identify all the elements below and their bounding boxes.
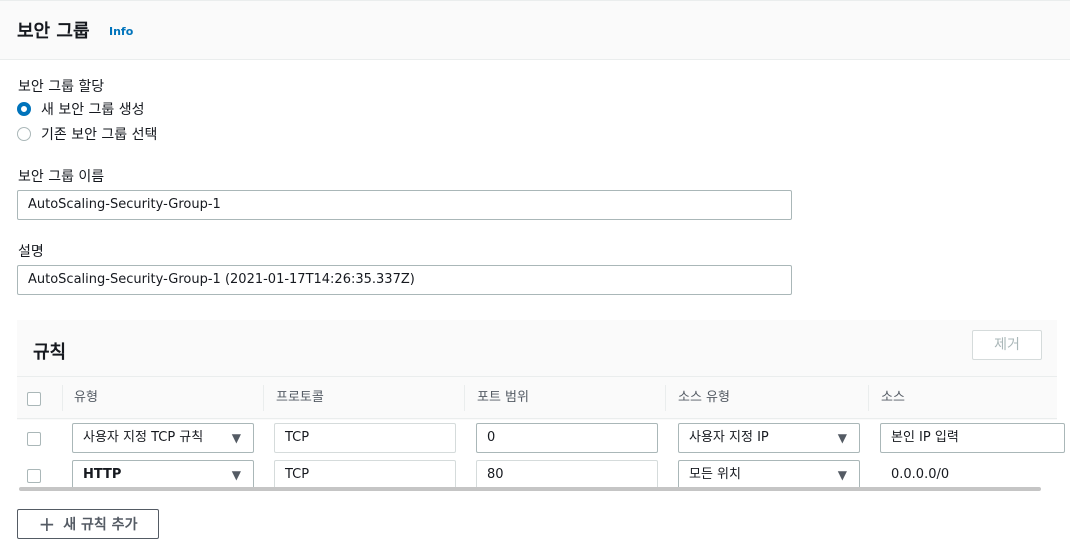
description-label: 설명 (18, 244, 44, 260)
assignment-label: 보안 그룹 할당 (18, 79, 105, 95)
remove-button[interactable]: 제거 (972, 330, 1042, 360)
column-divider (665, 385, 666, 411)
column-divider (62, 385, 63, 411)
section-title: 보안 그룹 (17, 21, 90, 42)
port-range-input[interactable]: 0 (476, 423, 658, 453)
description-input[interactable]: AutoScaling-Security-Group-1 (2021-01-17… (17, 265, 792, 295)
row-checkbox[interactable] (27, 469, 41, 483)
column-header-source-type: 소스 유형 (678, 390, 730, 405)
source-input[interactable]: 본인 IP 입력 (880, 423, 1065, 453)
port-range-field: 80 (476, 460, 658, 490)
security-group-name-input[interactable]: AutoScaling-Security-Group-1 (17, 190, 792, 220)
caret-down-icon: ▼ (837, 431, 847, 445)
source-type-select-value: 모든 위치 (689, 467, 741, 482)
add-rule-label: 새 규칙 추가 (63, 517, 138, 533)
section-header: 보안 그룹 Info (0, 0, 1070, 60)
source-field: 0.0.0.0/0 (880, 460, 1057, 490)
radio-label: 새 보안 그룹 생성 (41, 102, 145, 118)
caret-down-icon: ▼ (837, 468, 847, 482)
radio-select-existing[interactable]: 기존 보안 그룹 선택 (17, 124, 157, 144)
caret-down-icon: ▼ (231, 468, 241, 482)
add-rule-button[interactable]: + 새 규칙 추가 (17, 509, 159, 539)
radio-label: 기존 보안 그룹 선택 (41, 127, 158, 143)
column-divider (868, 385, 869, 411)
type-select-value: HTTP (83, 467, 122, 482)
source-type-select[interactable]: 모든 위치 ▼ (678, 460, 860, 490)
column-divider (464, 385, 465, 411)
protocol-field: TCP (274, 423, 456, 453)
source-type-select-value: 사용자 지정 IP (689, 430, 769, 445)
rules-title: 규칙 (33, 342, 67, 363)
protocol-field: TCP (274, 460, 456, 490)
info-link[interactable]: Info (109, 25, 133, 38)
type-select-value: 사용자 지정 TCP 규칙 (83, 430, 204, 445)
column-header-source: 소스 (881, 390, 905, 405)
type-select[interactable]: 사용자 지정 TCP 규칙 ▼ (72, 423, 254, 453)
caret-down-icon: ▼ (231, 431, 241, 445)
column-header-port-range: 포트 범위 (477, 390, 529, 405)
horizontal-scrollbar[interactable] (19, 487, 1041, 491)
rules-panel: 규칙 제거 유형 프로토콜 포트 범위 소스 유형 소스 사용자 지정 TCP … (17, 320, 1065, 496)
radio-unchecked-icon[interactable] (17, 127, 31, 141)
column-header-protocol: 프로토콜 (276, 390, 324, 405)
table-row: 사용자 지정 TCP 규칙 ▼ TCP 0 사용자 지정 IP ▼ 본인 IP … (17, 420, 1065, 458)
name-label: 보안 그룹 이름 (18, 169, 105, 185)
column-divider (263, 385, 264, 411)
plus-icon: + (38, 512, 56, 536)
table-header: 유형 프로토콜 포트 범위 소스 유형 소스 (17, 376, 1057, 419)
type-select[interactable]: HTTP ▼ (72, 460, 254, 490)
radio-create-new[interactable]: 새 보안 그룹 생성 (17, 99, 145, 119)
row-checkbox[interactable] (27, 432, 41, 446)
source-type-select[interactable]: 사용자 지정 IP ▼ (678, 423, 860, 453)
select-all-checkbox[interactable] (27, 392, 41, 406)
radio-checked-icon[interactable] (17, 102, 31, 116)
column-header-type: 유형 (74, 390, 98, 405)
